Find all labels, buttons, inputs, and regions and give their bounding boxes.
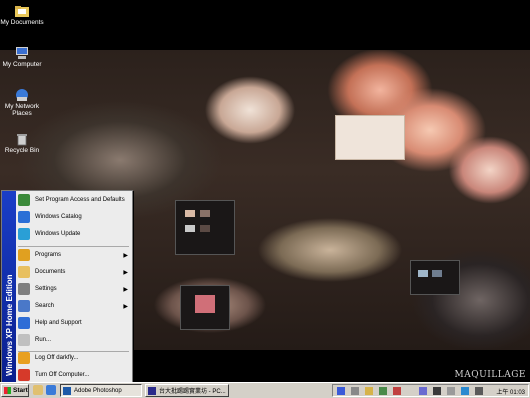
start-item-label: Windows Catalog [35,214,82,220]
run-icon [18,334,30,346]
start-item-label: Windows Update [35,231,81,237]
network-status-icon[interactable] [461,387,469,395]
wallpaper-watermark: MAQUILLAGE [454,370,526,380]
volume-icon[interactable] [447,387,455,395]
quicklaunch-internet-explorer-icon[interactable] [46,385,56,395]
windows-update-icon [18,228,30,240]
task-button-photoshop[interactable]: Adobe Photoshop [60,384,142,397]
start-item-windows-catalog[interactable]: Windows Catalog [17,209,130,225]
start-item-windows-update[interactable]: Windows Update [17,226,130,242]
start-menu-banner: Windows XP Home Edition [2,191,16,382]
desktop-icon-label: My Documents [0,19,44,26]
start-item-label: Turn Off Computer... [35,372,90,378]
tray-app-icon[interactable] [393,387,401,395]
start-item-search[interactable]: Search ▶ [17,298,130,314]
tray-app-icon[interactable] [337,387,345,395]
network-icon [16,89,28,101]
start-item-log-off[interactable]: Log Off darkfly... [17,350,130,366]
programs-icon [18,249,30,261]
task-label: Adobe Photoshop [74,387,122,394]
start-item-set-program-access[interactable]: Set Program Access and Defaults [17,192,130,208]
log-off-icon [18,352,30,364]
desktop-icon-recycle-bin[interactable]: Recycle Bin [0,132,44,154]
program-access-icon [18,194,30,206]
desktop-icon-my-network-places[interactable]: My Network Places [0,88,44,117]
desktop-icon-label: My Computer [2,61,42,68]
terminal-icon [148,386,156,395]
task-label: 台大批踢踢實業坊 - PC... [159,389,226,395]
search-icon [18,300,30,312]
start-item-label: Search [35,303,55,309]
submenu-arrow-icon: ▶ [123,303,128,310]
desktop-icon-label: Recycle Bin [4,147,40,154]
clock[interactable]: 上午 01:03 [496,387,525,396]
tray-app-icon[interactable] [433,387,441,395]
start-item-label: Programs [35,252,62,258]
tray-app-icon[interactable] [419,387,427,395]
svg-text:Windows XP Home Edition: Windows XP Home Edition [5,274,14,376]
tray-app-icon[interactable] [365,387,373,395]
windows-catalog-icon [18,211,30,223]
start-item-label: Settings [35,286,57,292]
taskbar: Start Adobe Photoshop 台大批踢踢實業坊 - PC... 上… [0,382,530,398]
tray-app-icon[interactable] [351,387,359,395]
start-button[interactable]: Start [1,384,29,397]
compact-mirror-image [335,115,405,160]
desktop-icon-my-documents[interactable]: My Documents [0,4,44,26]
submenu-arrow-icon: ▶ [123,252,128,259]
desktop-icon-label: My Network Places [4,103,40,117]
quicklaunch-show-desktop-icon[interactable] [33,385,43,395]
start-menu-banner-text: Windows XP Home Edition [5,274,14,376]
start-item-documents[interactable]: Documents ▶ [17,264,130,280]
start-item-run[interactable]: Run... [17,332,130,348]
submenu-arrow-icon: ▶ [123,286,128,293]
start-item-settings[interactable]: Settings ▶ [17,281,130,297]
start-item-label: Log Off darkfly... [35,355,79,361]
start-item-help-and-support[interactable]: Help and Support [17,315,130,331]
tray-app-icon[interactable] [475,387,483,395]
start-item-programs[interactable]: Programs ▶ [17,247,130,263]
start-item-turn-off-computer[interactable]: Turn Off Computer... [17,367,130,383]
start-item-label: Run... [35,337,52,343]
start-menu: Windows XP Home Edition Set Program Acce… [1,190,133,383]
start-button-label: Start [13,387,28,394]
documents-icon [18,266,30,278]
task-button-ptt[interactable]: 台大批踢踢實業坊 - PC... [145,384,229,397]
computer-icon [16,47,28,59]
start-item-label: Documents [35,269,66,275]
tray-app-icon[interactable] [379,387,387,395]
system-tray: 上午 01:03 [332,384,529,397]
recycle-bin-icon [17,134,27,146]
quad-palette-image [410,260,460,295]
power-icon [18,369,30,381]
help-icon [18,317,30,329]
desktop-icon-my-computer[interactable]: My Computer [0,46,44,68]
folder-icon [15,6,29,17]
photoshop-icon [63,386,71,395]
start-item-label: Help and Support [35,320,82,326]
settings-icon [18,283,30,295]
windows-logo-icon [4,387,11,394]
submenu-arrow-icon: ▶ [123,269,128,276]
start-item-label: Set Program Access and Defaults [35,197,125,203]
